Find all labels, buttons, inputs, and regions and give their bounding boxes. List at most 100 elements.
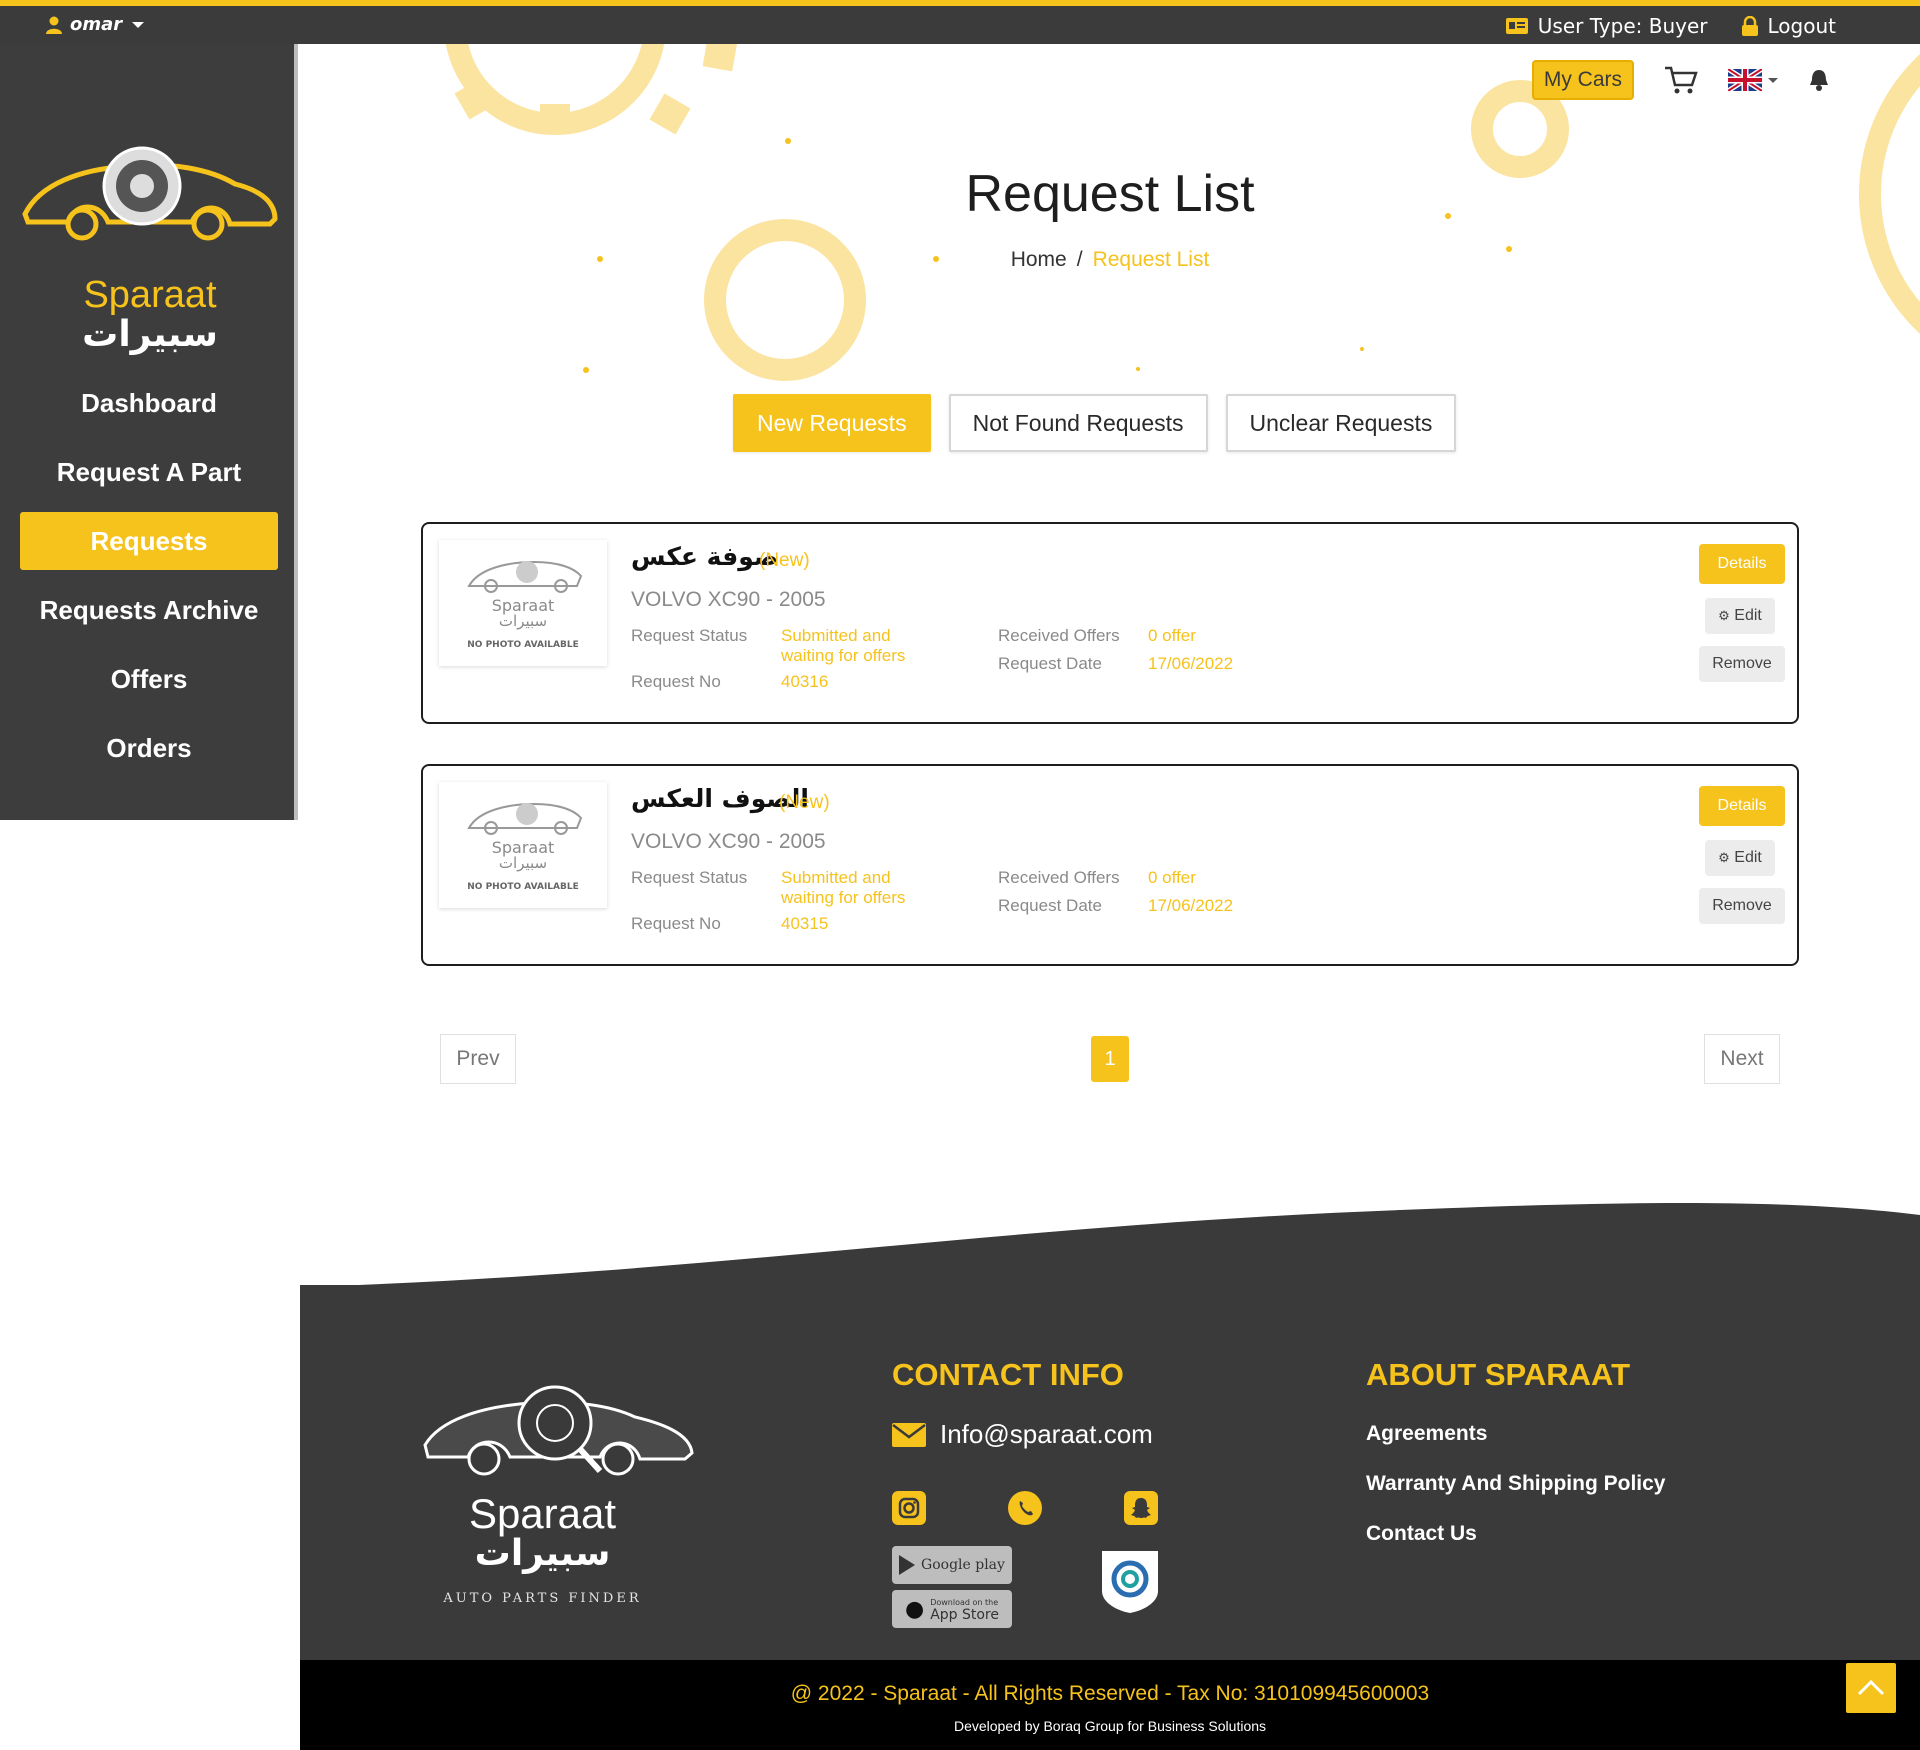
app-store-label: App Store (930, 1607, 999, 1623)
sidebar-item-offers[interactable]: Offers (20, 650, 278, 708)
remove-button[interactable]: Remove (1699, 646, 1785, 682)
details-button[interactable]: Details (1699, 544, 1785, 584)
tab-new-requests[interactable]: New Requests (733, 394, 931, 452)
sidebar-item-dashboard[interactable]: Dashboard (20, 374, 278, 432)
sidebar-item-requests[interactable]: Requests (20, 512, 278, 570)
developed-by-text: Developed by Boraq Group for Business So… (953, 1718, 1267, 1734)
user-type-label: User Type: Buyer (1537, 14, 1708, 38)
breadcrumb: Home / Request List (300, 248, 1920, 272)
car-model: VOLVO XC90 - 2005 (631, 830, 826, 853)
request-status-line-2: waiting for offers (781, 646, 906, 665)
contact-info-heading: CONTACT INFO (892, 1357, 1124, 1392)
user-icon (46, 16, 62, 34)
breadcrumb-current: Request List (1092, 248, 1210, 271)
contact-email[interactable]: Info@sparaat.com (892, 1419, 1153, 1450)
envelope-icon (892, 1422, 926, 1447)
next-button[interactable]: Next (1704, 1034, 1780, 1084)
request-no-value: 40316 (781, 672, 829, 691)
play-icon (899, 1555, 916, 1575)
chevron-down-icon (1768, 77, 1778, 83)
apple-icon: ● (904, 1596, 925, 1622)
request-status-value: Submitted and waiting for offers (781, 868, 905, 908)
footer-car-logo-icon (423, 1385, 694, 1476)
sidebar: Sparaat سبيرات Dashboard Request A Part … (0, 44, 298, 820)
user-menu[interactable]: omar (46, 14, 145, 35)
thumb-brand-ar: سبيرات (498, 612, 548, 630)
copyright-text: @ 2022 - Sparaat - All Rights Reserved -… (790, 1682, 1430, 1705)
logout-link[interactable]: Logout (1741, 14, 1836, 38)
edit-label: Edit (1734, 849, 1762, 866)
breadcrumb-separator: / (1076, 248, 1083, 271)
cart-icon[interactable] (1664, 65, 1698, 95)
part-thumbnail: Sparaat سبيرات NO PHOTO AVAILABLE (439, 782, 607, 908)
status-badge: (New) (759, 550, 810, 571)
brand-name-ar: سبيرات (82, 314, 218, 355)
received-offers-value: 0 offer (1148, 626, 1196, 645)
chevron-up-icon (1857, 1679, 1885, 1696)
request-card: Sparaat سبيرات NO PHOTO AVAILABLE الصوف … (421, 764, 1799, 966)
language-selector[interactable] (1728, 69, 1778, 91)
received-offers-label: Received Offers (998, 626, 1120, 645)
details-button[interactable]: Details (1699, 786, 1785, 826)
sidebar-item-request-a-part[interactable]: Request A Part (20, 443, 278, 501)
contact-us-link[interactable]: Contact Us (1366, 1522, 1477, 1546)
tab-unclear-requests[interactable]: Unclear Requests (1225, 394, 1457, 452)
uk-flag-icon (1728, 69, 1762, 91)
page-number-current[interactable]: 1 (1091, 1036, 1129, 1082)
footer: Sparaat سبيرات AUTO PARTS FINDER CONTACT… (300, 1195, 1920, 1750)
contact-email-text: Info@sparaat.com (940, 1419, 1153, 1449)
whatsapp-icon[interactable] (1008, 1491, 1042, 1525)
header-actions: My Cars (1531, 60, 1830, 100)
request-status-label: Request Status (631, 626, 748, 645)
sidebar-item-requests-archive[interactable]: Requests Archive (20, 581, 278, 639)
chevron-down-icon (132, 21, 145, 28)
logout-label: Logout (1767, 14, 1836, 38)
request-status-label: Request Status (631, 868, 748, 887)
user-type: User Type: Buyer (1505, 14, 1708, 38)
footer-brand-name-en: Sparaat (468, 1490, 617, 1537)
scroll-to-top-button[interactable] (1846, 1663, 1896, 1713)
request-date-value: 17/06/2022 (1148, 896, 1234, 915)
edit-button[interactable]: ⚙ Edit (1705, 598, 1775, 634)
agreements-link[interactable]: Agreements (1366, 1422, 1487, 1446)
prev-button[interactable]: Prev (440, 1034, 516, 1084)
verification-badge-icon[interactable] (1102, 1551, 1158, 1615)
thumb-brand-ar: سبيرات (498, 854, 548, 872)
no-photo-label: NO PHOTO AVAILABLE (467, 640, 579, 650)
tab-not-found-requests[interactable]: Not Found Requests (948, 394, 1208, 452)
lock-icon (1741, 16, 1758, 36)
gears-icon: ⚙ (1718, 608, 1730, 623)
request-status-value: Submitted and waiting for offers (781, 626, 905, 666)
edit-label: Edit (1734, 607, 1762, 624)
remove-button[interactable]: Remove (1699, 888, 1785, 924)
sidebar-item-orders[interactable]: Orders (20, 719, 278, 777)
gears-icon: ⚙ (1718, 850, 1730, 865)
app-store-badge[interactable]: ● Download on the App Store (892, 1590, 1012, 1628)
request-date-value: 17/06/2022 (1148, 654, 1234, 673)
request-tabs: New Requests Not Found Requests Unclear … (733, 394, 1457, 452)
footer-bottom-bar: @ 2022 - Sparaat - All Rights Reserved -… (300, 1660, 1920, 1750)
request-card: Sparaat سبيرات NO PHOTO AVAILABLE صوفة ع… (421, 522, 1799, 724)
brand-logo[interactable]: Sparaat سبيرات (20, 124, 280, 364)
about-heading: ABOUT SPARAAT (1366, 1357, 1631, 1392)
bell-icon[interactable] (1808, 68, 1830, 92)
snapchat-icon[interactable] (1124, 1491, 1158, 1525)
google-play-badge[interactable]: Google play (892, 1546, 1012, 1584)
instagram-icon[interactable] (892, 1491, 926, 1525)
part-name[interactable]: صوفة عكس (631, 542, 778, 571)
breadcrumb-home[interactable]: Home (1011, 248, 1067, 271)
google-play-label: Google play (921, 1557, 1005, 1573)
my-cars-button[interactable]: My Cars (1531, 60, 1634, 100)
warranty-shipping-policy-link[interactable]: Warranty And Shipping Policy (1366, 1472, 1665, 1496)
footer-wave (300, 1203, 1920, 1287)
part-thumbnail: Sparaat سبيرات NO PHOTO AVAILABLE (439, 540, 607, 666)
status-badge: (New) (779, 792, 830, 813)
decorative-gears (445, 44, 1920, 381)
page-title: Request List (965, 165, 1255, 223)
request-no-value: 40315 (781, 914, 829, 933)
no-photo-label: NO PHOTO AVAILABLE (467, 882, 579, 892)
main-content: My Cars Request List Home / Request List N… (300, 44, 1920, 1194)
edit-button[interactable]: ⚙ Edit (1705, 840, 1775, 876)
request-date-label: Request Date (998, 654, 1102, 673)
request-date-label: Request Date (998, 896, 1102, 915)
